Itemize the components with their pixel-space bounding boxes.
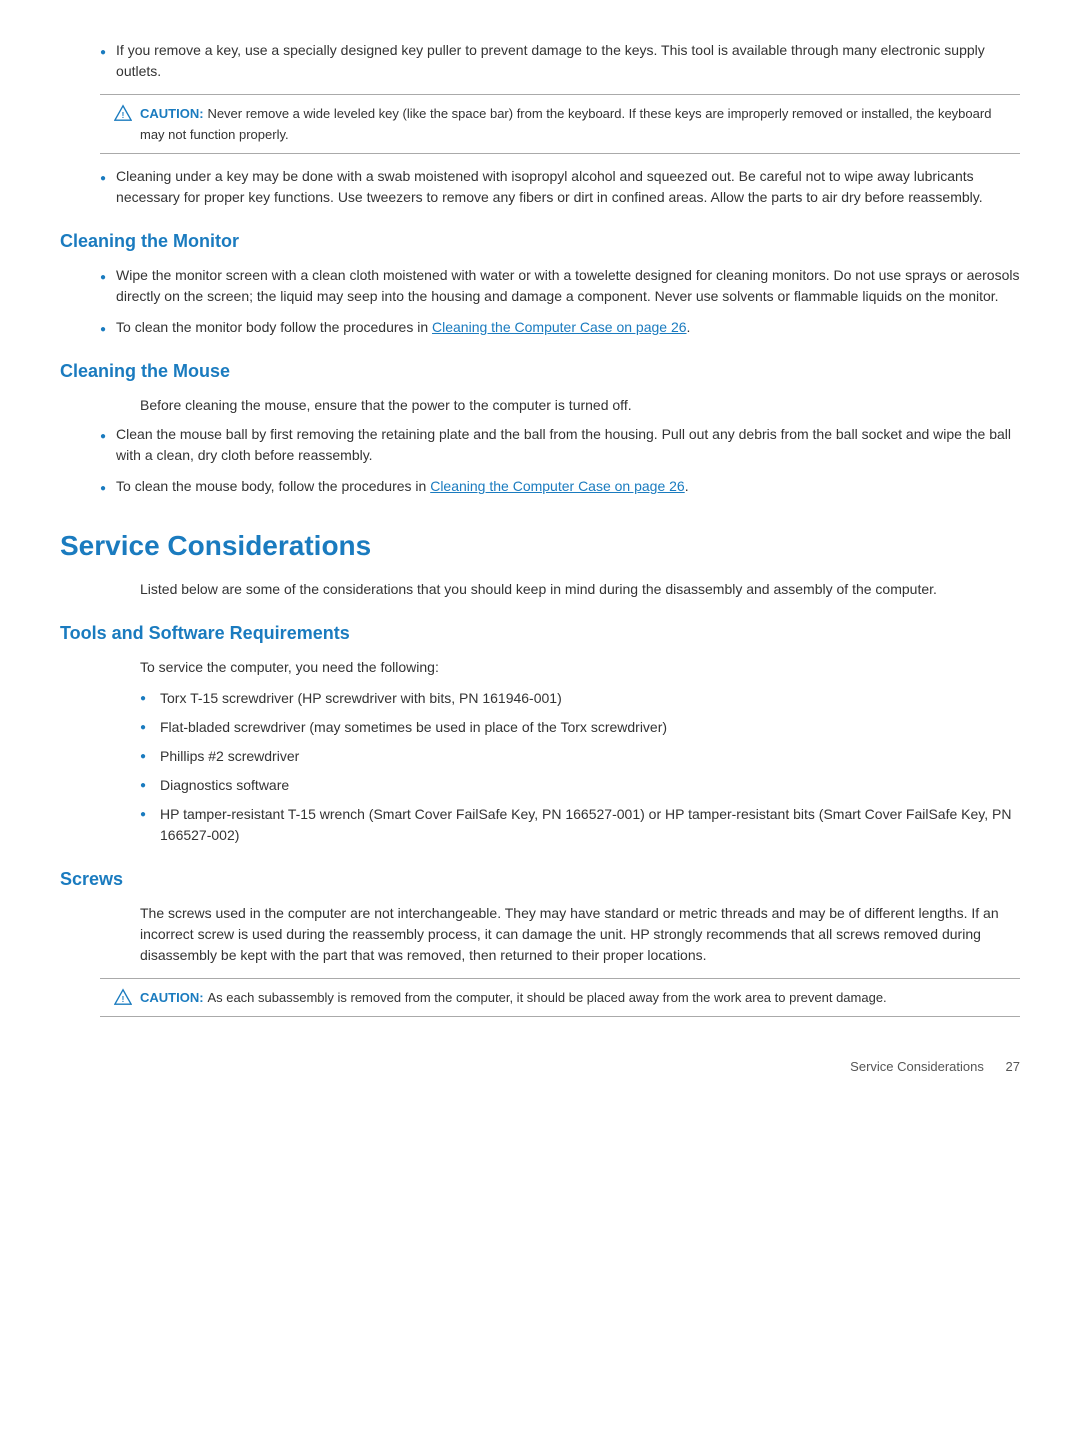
mouse-intro: Before cleaning the mouse, ensure that t… [140,395,1020,416]
caution-label-1: CAUTION: [140,106,204,121]
monitor-text-1: Wipe the monitor screen with a clean clo… [116,265,1020,307]
mouse-bullet-2: ● To clean the mouse body, follow the pr… [100,476,1020,497]
caution-screws-text: As each subassembly is removed from the … [207,990,886,1005]
caution-screws-content: CAUTION: As each subassembly is removed … [140,987,887,1008]
top-bullet-key-puller: ● If you remove a key, use a specially d… [100,40,1020,82]
page-footer: Service Considerations 27 [60,1057,1020,1077]
bullet-dot: ● [100,45,106,60]
warning-icon-1: ! [114,104,132,122]
bullet-dot-5: ● [100,429,106,444]
cleaning-key-text: Cleaning under a key may be done with a … [116,166,1020,208]
tools-list-item: HP tamper-resistant T-15 wrench (Smart C… [140,804,1020,846]
footer-right: 27 [1006,1059,1020,1074]
page-content: ● If you remove a key, use a specially d… [60,40,1020,1077]
tools-list-item: Torx T-15 screwdriver (HP screwdriver wi… [140,688,1020,709]
mouse-link[interactable]: Cleaning the Computer Case on page 26 [430,478,685,494]
service-considerations-intro: Listed below are some of the considerati… [140,579,1020,600]
tools-list-item: Flat-bladed screwdriver (may sometimes b… [140,717,1020,738]
monitor-bullet-2-prefix: To clean the monitor body follow the pro… [116,319,432,335]
tools-list-item: Phillips #2 screwdriver [140,746,1020,767]
tools-list-item: Diagnostics software [140,775,1020,796]
bullet-dot-2: ● [100,171,106,186]
top-bullet-cleaning-key: ● Cleaning under a key may be done with … [100,166,1020,208]
cleaning-mouse-heading: Cleaning the Mouse [60,358,1020,385]
bullet-dot-6: ● [100,481,106,496]
monitor-text-2: To clean the monitor body follow the pro… [116,317,690,338]
monitor-link[interactable]: Cleaning the Computer Case on page 26 [432,319,687,335]
caution-body-1: Never remove a wide leveled key (like th… [140,106,991,142]
mouse-text-2: To clean the mouse body, follow the proc… [116,476,689,497]
key-puller-text: If you remove a key, use a specially des… [116,40,1020,82]
caution-screws-label: CAUTION: [140,990,204,1005]
warning-icon-screws: ! [114,988,132,1006]
mouse-bullet-2-suffix: . [685,478,689,494]
mouse-bullet-1: ● Clean the mouse ball by first removing… [100,424,1020,466]
footer-text: Service Considerations 27 [850,1057,1020,1077]
monitor-bullet-1: ● Wipe the monitor screen with a clean c… [100,265,1020,307]
monitor-bullet-2-suffix: . [687,319,691,335]
monitor-bullet-2: ● To clean the monitor body follow the p… [100,317,1020,338]
tools-software-heading: Tools and Software Requirements [60,620,1020,647]
tools-list: Torx T-15 screwdriver (HP screwdriver wi… [140,688,1020,846]
caution-box-screws: ! CAUTION: As each subassembly is remove… [100,978,1020,1017]
mouse-bullet-2-prefix: To clean the mouse body, follow the proc… [116,478,430,494]
service-considerations-heading: Service Considerations [60,525,1020,567]
footer-left: Service Considerations [850,1059,984,1074]
mouse-text-1: Clean the mouse ball by first removing t… [116,424,1020,466]
bullet-dot-3: ● [100,270,106,285]
caution-box-1: ! CAUTION: Never remove a wide leveled k… [100,94,1020,154]
bullet-dot-4: ● [100,322,106,337]
screws-heading: Screws [60,866,1020,893]
svg-text:!: ! [122,995,125,1004]
caution-1-content: CAUTION: Never remove a wide leveled key… [140,103,1006,145]
screws-paragraph: The screws used in the computer are not … [140,903,1020,966]
svg-text:!: ! [122,111,125,120]
cleaning-monitor-heading: Cleaning the Monitor [60,228,1020,255]
tools-intro: To service the computer, you need the fo… [140,657,1020,678]
